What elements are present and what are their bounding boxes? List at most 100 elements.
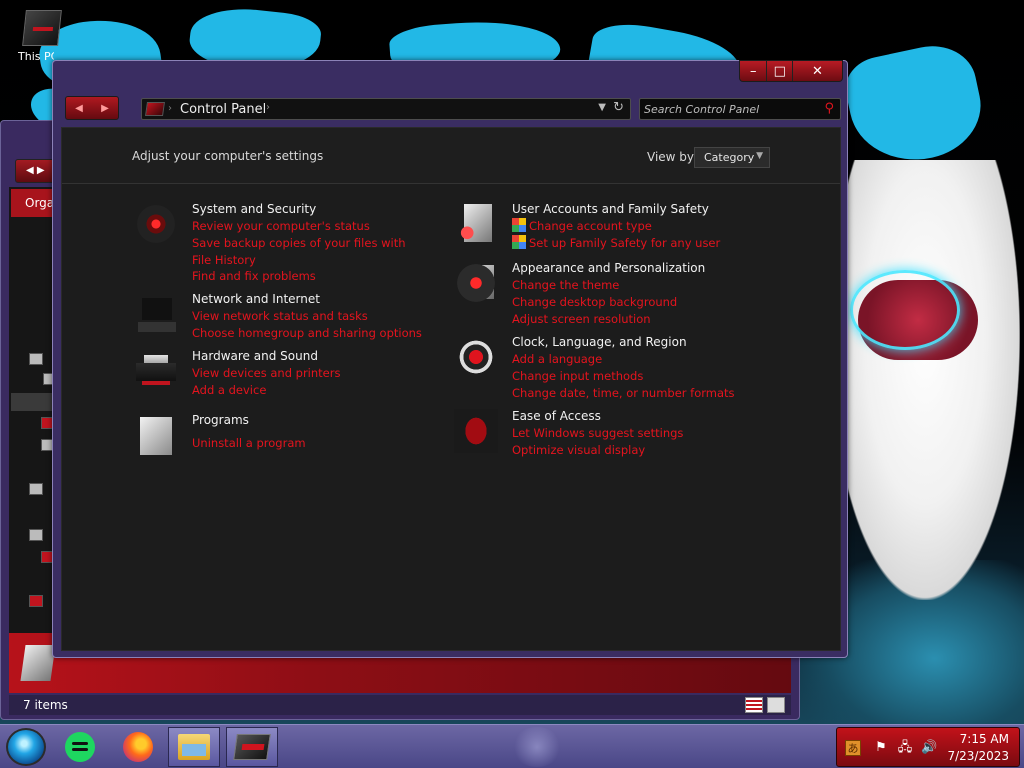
link-network-status[interactable]: View network status and tasks — [192, 308, 452, 325]
category-links: Uninstall a program — [192, 435, 422, 452]
programs-icon[interactable] — [134, 413, 178, 457]
control-panel-icon — [145, 102, 165, 116]
details-view-icon[interactable] — [745, 697, 763, 713]
desktop-icon-label: This PC — [18, 50, 54, 63]
desktop-icon-this-pc[interactable]: This PC — [18, 10, 66, 63]
category-links: View network status and tasks Choose hom… — [192, 308, 452, 342]
category-user-accounts: User Accounts and Family Safety Change a… — [454, 202, 794, 258]
close-button[interactable]: ✕ — [792, 61, 842, 81]
input-method-icon[interactable]: あ — [845, 740, 861, 756]
system-tray: あ ⚑ 🖧 🔊 7:15 AM 7/23/2023 — [836, 727, 1020, 767]
back-forward-buttons[interactable]: ◀ ▶ — [65, 96, 119, 120]
taskbar-app-file-explorer[interactable] — [168, 727, 220, 767]
back-arrow-icon[interactable]: ◀ — [75, 103, 83, 114]
page-title: Adjust your computer's settings — [132, 149, 324, 163]
category-links: Add a language Change input methods Chan… — [512, 351, 782, 401]
category-system-and-security: System and Security Review your computer… — [134, 202, 454, 292]
sidebar-pc-icon[interactable] — [29, 529, 43, 541]
sidebar-folder-icon[interactable] — [29, 353, 43, 365]
category-title[interactable]: System and Security — [192, 202, 316, 216]
link-family-safety[interactable]: Set up Family Safety for any user — [512, 234, 772, 252]
taskbar-ghost-orb — [512, 727, 562, 767]
appearance-icon[interactable] — [454, 261, 498, 305]
clock-icon[interactable] — [454, 335, 498, 379]
category-network-and-internet: Network and Internet View network status… — [134, 292, 454, 348]
sidebar-network-icon[interactable] — [29, 595, 43, 607]
link-date-time-formats[interactable]: Change date, time, or number formats — [512, 385, 782, 402]
category-ease-of-access: Ease of Access Let Windows suggest setti… — [454, 409, 794, 465]
shield-icon[interactable] — [134, 202, 178, 246]
forward-arrow-icon[interactable]: ▶ — [101, 103, 109, 114]
link-input-methods[interactable]: Change input methods — [512, 368, 782, 385]
firefox-icon — [123, 732, 153, 762]
view-by-label: View by: — [647, 150, 698, 164]
wallpaper-character — [830, 160, 1020, 600]
maximize-button[interactable]: □ — [767, 61, 793, 81]
this-pc-icon — [22, 10, 62, 46]
uac-shield-icon — [512, 234, 526, 249]
link-uninstall-program[interactable]: Uninstall a program — [192, 435, 422, 452]
link-optimize-display[interactable]: Optimize visual display — [512, 442, 742, 459]
category-title[interactable]: Appearance and Personalization — [512, 261, 705, 275]
chevron-down-icon: ▼ — [756, 151, 763, 161]
link-file-history[interactable]: Save backup copies of your files with Fi… — [192, 235, 422, 269]
category-title[interactable]: Network and Internet — [192, 292, 320, 306]
sidebar-homegroup-icon[interactable] — [29, 483, 43, 495]
category-title[interactable]: Hardware and Sound — [192, 349, 318, 363]
search-icon[interactable]: ⚲ — [824, 101, 834, 116]
link-screen-resolution[interactable]: Adjust screen resolution — [512, 311, 742, 328]
wallpaper-neon-glow — [850, 270, 960, 350]
link-find-fix-problems[interactable]: Find and fix problems — [192, 268, 422, 285]
control-panel-window[interactable]: – □ ✕ ◀ ▶ › Control Panel › ▼ ↻ ⚲ Adjust… — [52, 60, 848, 658]
search-box[interactable]: ⚲ — [639, 98, 841, 120]
ease-of-access-icon[interactable] — [454, 409, 498, 453]
link-add-device[interactable]: Add a device — [192, 382, 422, 399]
taskbar-app-control-panel[interactable] — [226, 727, 278, 767]
large-icons-view-icon[interactable] — [767, 697, 785, 713]
printer-icon[interactable] — [134, 349, 178, 393]
clock[interactable]: 7:15 AM 7/23/2023 — [947, 731, 1009, 765]
taskbar: あ ⚑ 🖧 🔊 7:15 AM 7/23/2023 — [0, 724, 1024, 768]
minimize-button[interactable]: – — [740, 61, 768, 81]
users-icon[interactable] — [454, 202, 498, 246]
category-programs: Programs Uninstall a program — [134, 413, 454, 463]
link-homegroup-sharing[interactable]: Choose homegroup and sharing options — [192, 325, 452, 342]
taskbar-app-firefox[interactable] — [112, 727, 164, 767]
category-title[interactable]: Programs — [192, 413, 249, 427]
link-text: Set up Family Safety for any user — [529, 235, 721, 250]
category-title[interactable]: Clock, Language, and Region — [512, 335, 687, 349]
network-icon[interactable] — [134, 292, 178, 336]
spotify-icon — [65, 732, 95, 762]
category-links: Review your computer's status Save backu… — [192, 218, 422, 285]
breadcrumb-chevron-icon[interactable]: › — [168, 103, 172, 114]
link-add-language[interactable]: Add a language — [512, 351, 782, 368]
control-panel-icon — [233, 734, 271, 760]
address-bar[interactable]: › Control Panel › ▼ ↻ — [141, 98, 631, 120]
breadcrumb-control-panel[interactable]: Control Panel — [180, 102, 266, 117]
category-links: Change the theme Change desktop backgrou… — [512, 277, 742, 327]
category-title[interactable]: Ease of Access — [512, 409, 601, 423]
link-change-account-type[interactable]: Change account type — [512, 218, 772, 235]
category-links: View devices and printers Add a device — [192, 365, 422, 399]
link-desktop-background[interactable]: Change desktop background — [512, 294, 742, 311]
network-icon[interactable]: 🖧 — [897, 740, 913, 756]
wallpaper-brush-stroke — [839, 37, 991, 173]
link-text: Change account type — [529, 219, 652, 233]
link-review-status[interactable]: Review your computer's status — [192, 218, 422, 235]
view-by-dropdown[interactable]: Category ▼ — [694, 147, 770, 168]
action-center-flag-icon[interactable]: ⚑ — [873, 740, 889, 756]
breadcrumb-chevron-icon[interactable]: › — [266, 102, 270, 113]
start-button[interactable] — [6, 728, 46, 766]
category-links: Change account type Set up Family Safety… — [512, 218, 772, 252]
category-clock-language-region: Clock, Language, and Region Add a langua… — [454, 335, 794, 405]
volume-icon[interactable]: 🔊 — [921, 740, 937, 756]
link-suggest-settings[interactable]: Let Windows suggest settings — [512, 425, 742, 442]
link-change-theme[interactable]: Change the theme — [512, 277, 742, 294]
uac-shield-icon — [512, 218, 526, 232]
address-dropdown-icon[interactable]: ▼ — [598, 102, 606, 113]
category-title[interactable]: User Accounts and Family Safety — [512, 202, 709, 216]
link-devices-printers[interactable]: View devices and printers — [192, 365, 422, 382]
search-input[interactable] — [644, 101, 814, 117]
taskbar-app-spotify[interactable] — [54, 727, 106, 767]
refresh-icon[interactable]: ↻ — [613, 100, 624, 115]
